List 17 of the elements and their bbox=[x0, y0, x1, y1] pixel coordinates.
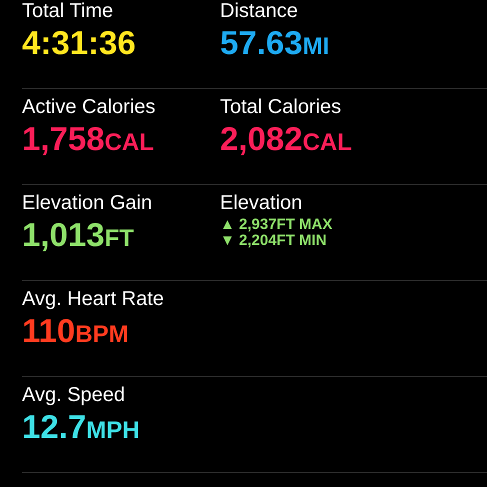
metric-value: 1,013FT bbox=[22, 215, 134, 255]
metric-value: 1,758CAL bbox=[22, 119, 154, 159]
metric-label: Avg. Heart Rate bbox=[22, 287, 164, 311]
metric-label: Distance bbox=[220, 0, 298, 23]
metric-value: 4:31:36 bbox=[22, 23, 136, 63]
elevation-reading: ▼ 2,204FT MIN bbox=[220, 233, 327, 249]
metric-label: Elevation bbox=[220, 191, 302, 215]
metric-label: Avg. Speed bbox=[22, 383, 126, 407]
metric-value: 110BPM bbox=[22, 311, 129, 351]
metric-label: Total Calories bbox=[220, 95, 342, 119]
metric-value: 2,082CAL bbox=[220, 119, 352, 159]
metric-value: 12.7MPH bbox=[22, 407, 140, 447]
metric-label: Elevation Gain bbox=[22, 191, 152, 215]
metric-value: 57.63MI bbox=[220, 23, 330, 63]
elevation-reading: ▲ 2,937FT MAX bbox=[220, 217, 332, 233]
metric-label: Total Time bbox=[22, 0, 114, 23]
metric-label: Active Calories bbox=[22, 95, 156, 119]
